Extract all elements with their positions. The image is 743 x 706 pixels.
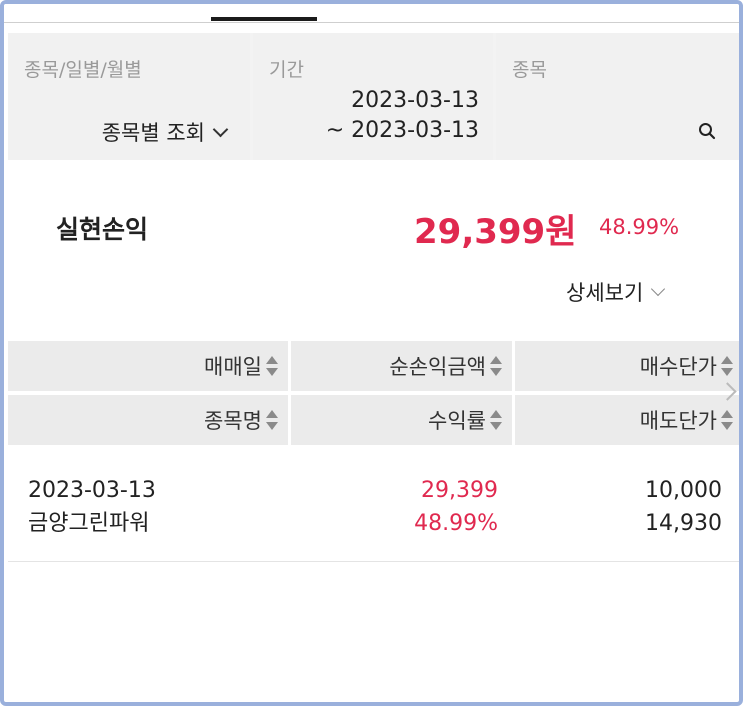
sort-icon xyxy=(490,356,502,376)
period-start: 2023-03-13 xyxy=(351,88,479,113)
row-divider xyxy=(8,561,739,562)
sort-header-return-rate[interactable]: 수익률 xyxy=(291,395,512,445)
header-label: 매도단가 xyxy=(639,409,717,433)
sort-icon xyxy=(721,410,733,430)
sort-header-stock-name[interactable]: 종목명 xyxy=(8,395,288,445)
header-label: 수익률 xyxy=(428,409,486,433)
sort-header-sell-price[interactable]: 매도단가 xyxy=(515,395,739,445)
sell-price: 14,930 xyxy=(645,511,722,536)
tab-strip xyxy=(4,4,739,34)
period-range[interactable]: 2023-03-13 ~ 2023-03-13 xyxy=(326,86,479,146)
period-end: ~ 2023-03-13 xyxy=(325,118,479,143)
sort-header-buy-price[interactable]: 매수단가 xyxy=(515,341,739,391)
sort-header-trade-date[interactable]: 매매일 xyxy=(8,341,288,391)
chevron-down-icon xyxy=(212,121,229,138)
app-frame: 종목/일별/월별 종목별 조회 기간 2023-03-13 ~ 2023-03-… xyxy=(0,0,743,706)
sort-icon xyxy=(490,410,502,430)
buy-price: 10,000 xyxy=(645,478,722,503)
stock-filter[interactable]: 종목 xyxy=(496,33,739,160)
sort-icon xyxy=(266,410,278,430)
realized-pl-rate: 48.99% xyxy=(599,215,680,239)
sort-header-net-profit[interactable]: 순손익금액 xyxy=(291,341,512,391)
return-rate: 48.99% xyxy=(414,511,498,536)
search-icon[interactable] xyxy=(698,122,716,140)
trade-date: 2023-03-13 xyxy=(28,478,156,503)
active-tab-indicator[interactable] xyxy=(211,17,317,21)
type-filter-value: 종목별 조회 xyxy=(101,121,205,145)
header-label: 종목명 xyxy=(204,409,262,433)
header-label: 순손익금액 xyxy=(389,355,486,379)
type-filter[interactable]: 종목/일별/월별 종목별 조회 xyxy=(8,33,250,160)
period-filter[interactable]: 기간 2023-03-13 ~ 2023-03-13 xyxy=(253,33,493,160)
type-filter-label: 종목/일별/월별 xyxy=(24,59,142,81)
stock-filter-label: 종목 xyxy=(512,59,547,81)
sort-icon xyxy=(266,356,278,376)
filter-panel: 종목/일별/월별 종목별 조회 기간 2023-03-13 ~ 2023-03-… xyxy=(8,33,739,160)
stock-name: 금양그린파워 xyxy=(28,511,150,536)
detail-toggle[interactable]: 상세보기 xyxy=(566,277,666,307)
realized-pl-amount: 29,399원 xyxy=(414,212,577,252)
chevron-down-icon xyxy=(651,281,666,297)
header-label: 매수단가 xyxy=(639,355,717,379)
table-header: 매매일 순손익금액 매수단가 종목명 수익률 매도단가 xyxy=(8,341,739,445)
tab-divider xyxy=(4,22,739,23)
realized-pl-label: 실현손익 xyxy=(56,215,149,244)
period-filter-label: 기간 xyxy=(269,59,304,81)
table-row[interactable]: 2023-03-13 금양그린파워 29,399 48.99% 10,000 1… xyxy=(8,470,739,560)
detail-toggle-label: 상세보기 xyxy=(566,281,644,305)
sort-icon xyxy=(721,356,733,376)
type-filter-dropdown[interactable]: 종목별 조회 xyxy=(101,117,229,147)
header-label: 매매일 xyxy=(204,355,262,379)
net-profit: 29,399 xyxy=(421,478,498,503)
